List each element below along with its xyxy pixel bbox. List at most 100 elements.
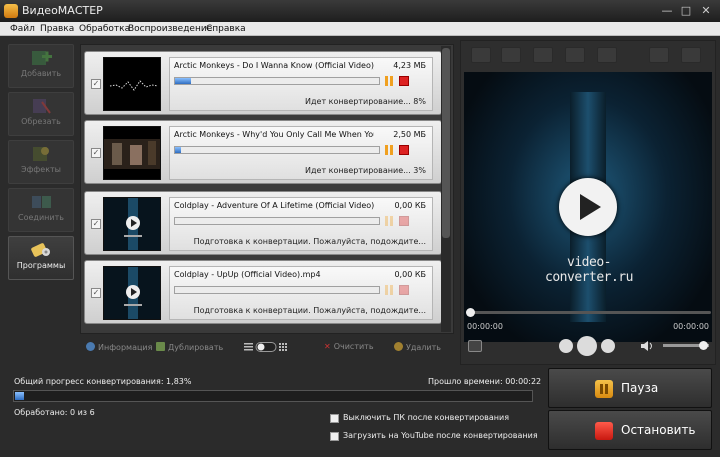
menu-file[interactable]: Файл [10,24,35,34]
cut-icon [30,97,52,115]
youtube-checkbox[interactable] [330,432,339,441]
file-name: Arctic Monkeys - Why'd You Only Call Me … [174,130,374,139]
sidebar-item-label: Обрезать [21,117,61,126]
list-item[interactable]: ✓ Arctic Monkeys - Do I Wanna Know (Offi… [84,51,442,115]
view-toggle[interactable] [244,342,290,352]
file-status: Идет конвертирование... 3% [305,166,426,175]
overall-progress-bar [13,390,533,402]
pause-file-button[interactable] [384,76,394,86]
pause-file-button[interactable] [384,145,394,155]
list-item[interactable]: ✓ Coldplay - UpUp (Official Video).mp4 0… [84,260,442,324]
current-time: 00:00:00 [467,322,503,331]
file-size: 4,23 МБ [393,61,426,70]
fullscreen-icon[interactable] [681,47,701,63]
delete-button[interactable]: Удалить [394,342,441,354]
add-video-icon [30,49,52,67]
video-thumbnail [103,197,161,251]
next-icon[interactable] [601,339,615,353]
stop-file-button[interactable] [399,285,409,295]
sidebar-item-effects[interactable]: Эффекты [8,140,74,184]
file-progress-fill [175,78,191,84]
play-pause-button[interactable] [577,336,597,356]
effects-icon [30,145,52,163]
duplicate-icon [156,342,165,351]
tool-sidebar: Добавить Обрезать Эффекты Соединить Прог… [8,44,74,334]
file-checkbox[interactable]: ✓ [91,219,101,229]
speed-icon[interactable] [597,47,617,63]
delete-icon [394,342,403,351]
minimize-icon[interactable]: — [660,4,674,18]
list-scrollbar-thumb[interactable] [442,48,450,238]
file-info-panel: Arctic Monkeys - Why'd You Only Call Me … [169,126,433,180]
pause-file-button[interactable] [384,216,394,226]
stop-file-button[interactable] [399,76,409,86]
sidebar-item-label: Добавить [20,69,62,78]
video-player: video-converter.ru 00:00:00 00:00:00 [460,40,716,365]
sidebar-item-label: Программы [16,261,66,270]
snapshot-icon[interactable] [468,340,482,352]
video-thumbnail [103,57,161,111]
menu-playback[interactable]: Воспроизведение [128,24,212,34]
join-icon [30,193,52,211]
total-time: 00:00:00 [673,322,709,331]
seek-handle[interactable] [466,308,475,317]
stop-file-button[interactable] [399,216,409,226]
video-preview[interactable]: video-converter.ru [464,72,712,342]
stop-button[interactable]: Остановить [548,410,712,450]
file-status: Идет конвертирование... 8% [305,97,426,106]
file-progress-bar [174,286,380,294]
seek-bar[interactable] [467,311,711,314]
close-icon[interactable]: ✕ [699,4,713,18]
sidebar-item-cut[interactable]: Обрезать [8,92,74,136]
fps-icon[interactable] [565,47,585,63]
file-size: 0,00 КБ [394,270,426,279]
stop-label: Остановить [621,423,696,437]
sidebar-item-add[interactable]: Добавить [8,44,74,88]
file-checkbox[interactable]: ✓ [91,148,101,158]
shutdown-checkbox[interactable] [330,414,339,423]
maximize-icon[interactable]: □ [679,4,693,18]
programs-icon [30,241,52,259]
previous-icon[interactable] [559,339,573,353]
crop-icon[interactable] [471,47,491,63]
pause-button[interactable]: Пауза [548,368,712,408]
volume-handle[interactable] [699,341,708,350]
pause-file-button[interactable] [384,285,394,295]
menu-edit[interactable]: Правка [40,24,74,34]
file-checkbox[interactable]: ✓ [91,79,101,89]
elapsed-time-label: Прошло времени: 00:00:22 [428,377,542,386]
info-icon [86,342,95,351]
info-button[interactable]: Информация [86,342,152,354]
stop-icon [595,422,613,440]
youtube-label: Загрузить на YouTube после конвертирован… [343,431,538,440]
duplicate-button[interactable]: Дублировать [156,342,223,354]
overall-progress-label: Общий прогресс конвертирования: 1,83% [14,377,192,386]
file-progress-bar [174,77,380,85]
stop-file-button[interactable] [399,145,409,155]
file-list: ✓ Arctic Monkeys - Do I Wanna Know (Offi… [80,44,454,334]
clear-button[interactable]: ✕ Очистить [324,342,374,354]
processed-count: Обработано: 0 из 6 [14,408,95,417]
sidebar-item-programs[interactable]: Программы [8,236,74,280]
pause-label: Пауза [621,381,659,395]
file-checkbox[interactable]: ✓ [91,288,101,298]
sidebar-item-join[interactable]: Соединить [8,188,74,232]
watermark-text: video-converter.ru [545,255,633,285]
list-item[interactable]: ✓ Coldplay - Adventure Of A Lifetime (Of… [84,191,442,255]
file-size: 0,00 КБ [394,201,426,210]
file-name: Coldplay - UpUp (Official Video).mp4 [174,270,321,279]
file-progress-bar [174,146,380,154]
file-status: Подготовка к конвертации. Пожалуйста, по… [193,237,426,246]
menu-processing[interactable]: Обработка [79,24,130,34]
file-progress-fill [175,147,181,153]
list-item[interactable]: ✓ Arctic Monkeys - Why'd You Only Call M… [84,120,442,184]
shutdown-label: Выключить ПК после конвертирования [343,413,510,422]
gif-icon[interactable] [649,47,669,63]
brightness-icon[interactable] [533,47,553,63]
overall-progress-fill [15,392,24,400]
sidebar-item-label: Эффекты [21,165,61,174]
volume-icon[interactable] [641,341,653,351]
play-icon [580,194,601,220]
menu-help[interactable]: Справка [206,24,246,34]
rotate-icon[interactable] [501,47,521,63]
